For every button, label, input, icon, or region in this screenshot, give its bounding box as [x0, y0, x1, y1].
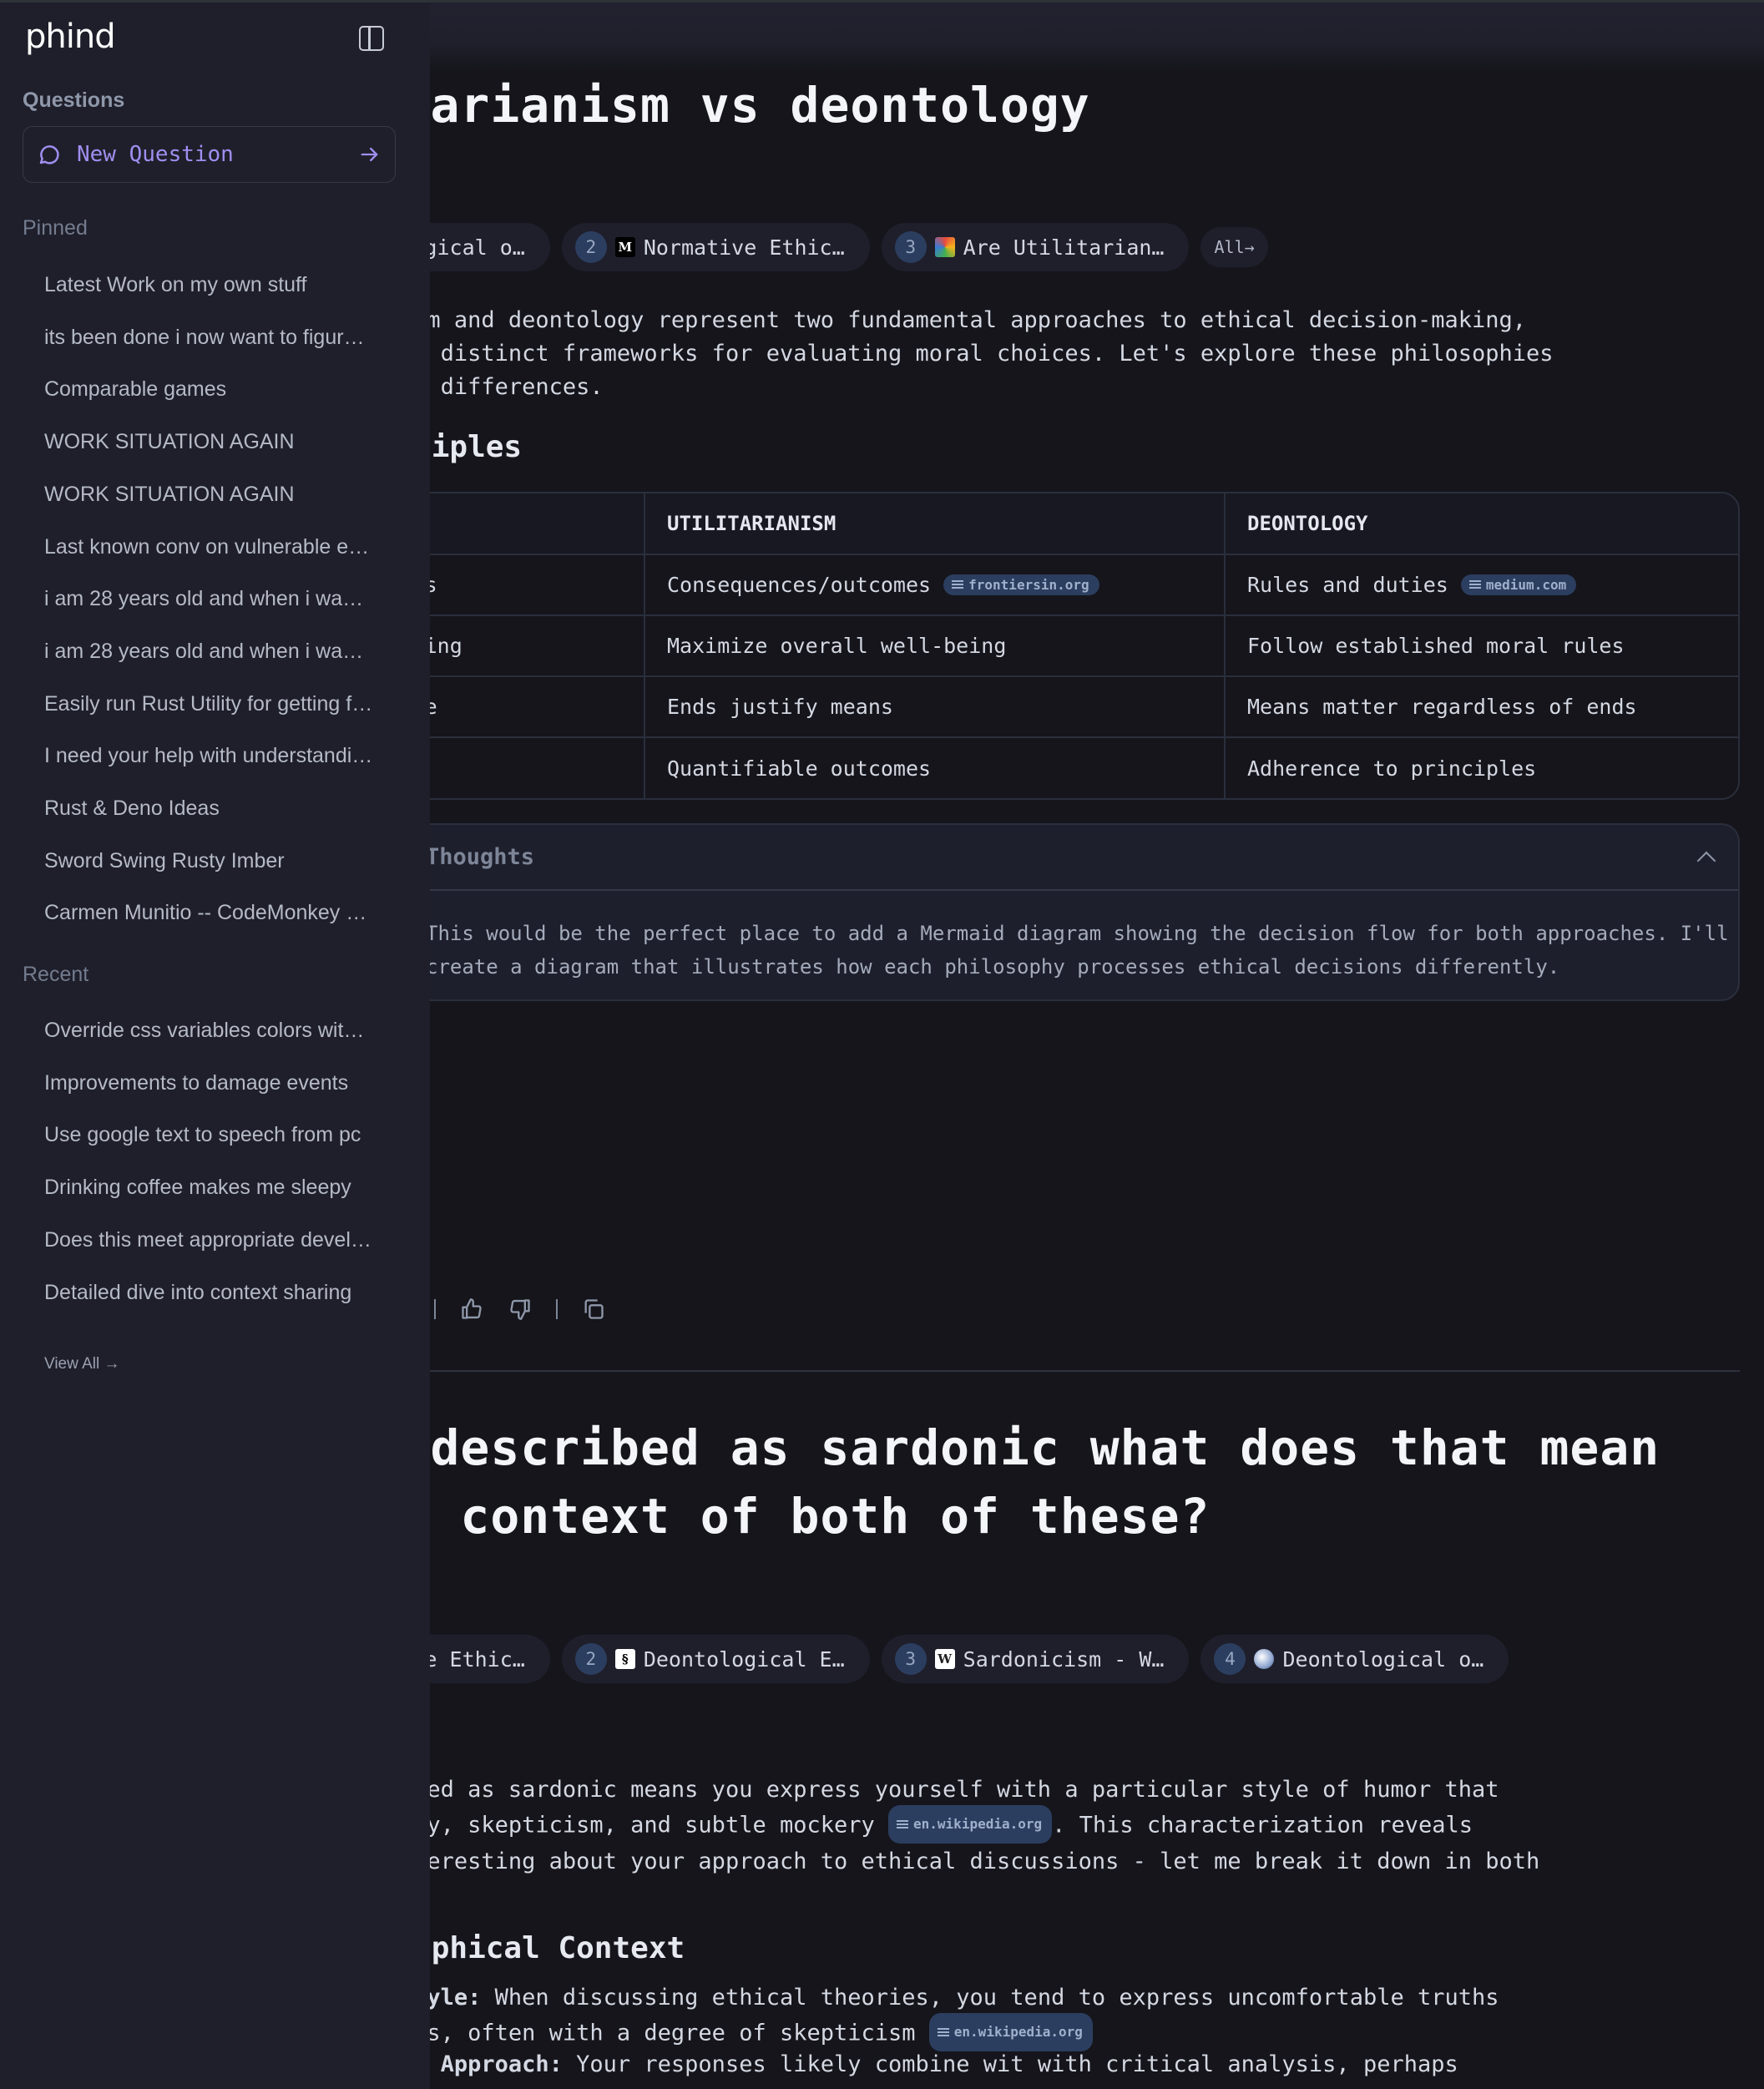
thumbs-down-icon[interactable] — [508, 1297, 533, 1322]
deontological-favicon-icon: § — [614, 1649, 635, 1669]
answer-paragraph: Being described as sardonic means you ex… — [250, 1773, 1539, 1912]
sidebar-item[interactable]: i am 28 years old and when i wa… — [44, 587, 363, 611]
source-number: 2 — [574, 231, 607, 263]
table-cell: Maximize overall well-being — [644, 615, 1226, 677]
source-title: Normative Ethic… — [643, 235, 845, 260]
comparison-table: ASPECT UTILITARIANISM DEONTOLOGY Primary… — [250, 492, 1740, 800]
source-number: 2 — [574, 1643, 607, 1675]
source-chip[interactable]: 2 M Normative Ethic… — [561, 223, 870, 271]
table-cell: Rules and duties medium.com — [1225, 554, 1738, 616]
sidebar-item[interactable]: Does this meet appropriate devel… — [44, 1228, 372, 1252]
citation-label: en.wikipedia.org — [913, 1816, 1043, 1832]
citation-label: medium.com — [1485, 576, 1567, 593]
sidebar-item[interactable]: its been done i now want to figur… — [44, 326, 365, 350]
arrow-right-icon — [361, 147, 378, 162]
source-chip[interactable]: 3 W Sardonicism - W… — [881, 1635, 1190, 1683]
new-question-button[interactable]: New Question — [23, 126, 396, 183]
source-title: Deontological E… — [643, 1646, 845, 1672]
table-cell: Consequences/outcomes frontiersin.org — [644, 554, 1226, 616]
sidebar-item[interactable]: Sword Swing Rusty Imber — [44, 849, 285, 873]
thumbs-up-icon[interactable] — [459, 1297, 484, 1322]
source-title: Are Utilitarian… — [963, 235, 1165, 260]
sidebar-item[interactable]: Override css variables colors wit… — [44, 1019, 364, 1043]
list-icon — [1468, 580, 1481, 589]
sidebar-item[interactable]: Improvements to damage events — [44, 1071, 348, 1095]
cell-text: Rules and duties — [1247, 573, 1448, 597]
source-number: 3 — [894, 231, 927, 263]
question-title: I was described as sardonic what does th… — [250, 1419, 1660, 1476]
source-number: 4 — [1214, 1643, 1246, 1675]
bullet-item: Communication Approach: Your responses l… — [250, 2048, 1458, 2081]
copy-icon[interactable] — [581, 1297, 606, 1322]
thoughts-text: This would be the perfect place to add a… — [426, 922, 1729, 979]
citation-badge[interactable]: en.wikipedia.org — [928, 2013, 1093, 2051]
chevron-up-icon[interactable] — [1696, 851, 1716, 870]
separator — [434, 1299, 436, 1319]
sidebar-item[interactable]: Detailed dive into context sharing — [44, 1281, 351, 1305]
source-chip[interactable]: 4 Deontological o… — [1200, 1635, 1509, 1683]
citation-label: en.wikipedia.org — [953, 2024, 1083, 2040]
list-icon — [937, 2028, 949, 2036]
medium-favicon-icon: M — [614, 237, 635, 257]
table-row: Decision Making Maximize overall well-be… — [252, 615, 1738, 677]
new-question-label: New Question — [77, 142, 234, 167]
pinned-heading: Pinned — [23, 216, 88, 240]
all-sources-button[interactable]: All→ — [1200, 227, 1268, 267]
sidebar-item[interactable]: WORK SITUATION AGAIN — [44, 430, 295, 454]
sidebar: phind Questions New Question Pinned Late… — [0, 0, 430, 2089]
source-chip[interactable]: 3 Are Utilitarian… — [881, 223, 1190, 271]
cell-text: Consequences/outcomes — [667, 573, 932, 597]
separator — [556, 1299, 558, 1319]
table-cell: Follow established moral rules — [1225, 615, 1738, 677]
citation-badge[interactable]: medium.com — [1460, 574, 1577, 595]
sidebar-item[interactable]: Last known conv on vulnerable e… — [44, 535, 369, 559]
table-row: Measurement Quantifiable outcomes Adhere… — [252, 737, 1738, 798]
table-cell: Means matter regardless of ends — [1225, 676, 1738, 738]
table-row: Primary Focus Consequences/outcomes fron… — [252, 554, 1738, 616]
source-title: Sardonicism - W… — [963, 1646, 1165, 1672]
sources-row: 1 M Normative Ethic… 2 § Deontological E… — [242, 1635, 1509, 1683]
table-cell: Adherence to principles — [1225, 737, 1738, 798]
globe-favicon-icon — [1254, 1649, 1275, 1669]
citation-badge[interactable]: en.wikipedia.org — [888, 1805, 1053, 1844]
table-header: UTILITARIANISM — [644, 493, 1226, 555]
table-cell: Ends justify means — [644, 676, 1226, 738]
sidebar-item[interactable]: WORK SITUATION AGAIN — [44, 483, 295, 507]
table-cell: Quantifiable outcomes — [644, 737, 1226, 798]
sidebar-item[interactable]: Latest Work on my own stuff — [44, 273, 307, 297]
thoughts-label: Thoughts — [426, 844, 535, 870]
list-icon — [952, 580, 964, 589]
answer-actions — [434, 1297, 606, 1322]
answer-intro: Utilitarianism and deontology represent … — [250, 307, 1554, 400]
sidebar-item[interactable]: Drinking coffee makes me sleepy — [44, 1176, 351, 1200]
source-chip[interactable]: 2 § Deontological E… — [561, 1635, 870, 1683]
wikipedia-favicon-icon: W — [934, 1649, 955, 1669]
recent-heading: Recent — [23, 963, 89, 986]
sidebar-item[interactable]: Use google text to speech from pc — [44, 1123, 361, 1147]
source-title: Deontological o… — [1282, 1646, 1484, 1672]
sidebar-item[interactable]: Carmen Munitio -- CodeMonkey … — [44, 901, 366, 925]
answer-divider — [426, 1370, 1740, 1372]
sidebar-item[interactable]: Easily run Rust Utility for getting f… — [44, 692, 372, 716]
source-number: 3 — [894, 1643, 927, 1675]
sidebar-item[interactable]: Comparable games — [44, 377, 226, 402]
list-icon — [897, 1820, 909, 1829]
chat-bubble-icon — [39, 145, 59, 164]
sidebar-item[interactable]: Rust & Deno Ideas — [44, 797, 220, 821]
sidebar-toggle-icon[interactable] — [359, 26, 384, 51]
thoughts-panel: Thoughts This would be the perfect place… — [250, 823, 1740, 1001]
colorful-favicon-icon — [934, 237, 955, 257]
logo[interactable]: phind — [25, 18, 116, 56]
sidebar-item[interactable]: i am 28 years old and when i wa… — [44, 640, 363, 664]
table-row: Key Principle Ends justify means Means m… — [252, 676, 1738, 738]
citation-label: frontiersin.org — [968, 576, 1089, 593]
questions-heading: Questions — [23, 89, 125, 112]
bullet-text: Your responses likely combine wit with c… — [562, 2051, 1458, 2077]
sidebar-item[interactable]: I need your help with understandi… — [44, 744, 372, 768]
table-header: DEONTOLOGY — [1225, 493, 1738, 555]
bullet-item: Expression Style: When discussing ethica… — [250, 1981, 1499, 2053]
citation-badge[interactable]: frontiersin.org — [943, 574, 1099, 595]
thoughts-toggle[interactable]: Thoughts — [252, 825, 1738, 891]
view-all-link[interactable]: View All → — [44, 1355, 119, 1373]
